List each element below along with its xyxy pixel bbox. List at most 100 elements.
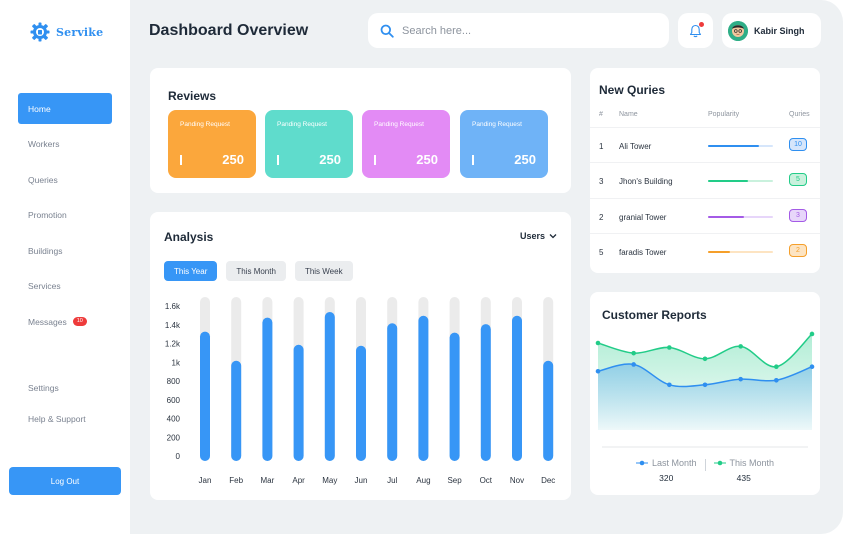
popularity-bar — [708, 251, 731, 253]
tab-this-month[interactable]: This Month — [226, 261, 286, 281]
user-avatar-icon — [728, 20, 748, 41]
review-tile-label: Panding Request — [374, 121, 424, 128]
review-tile[interactable]: Panding Request 250 — [265, 110, 353, 178]
tab-this-week[interactable]: This Week — [294, 261, 353, 281]
column-header-number: # — [599, 111, 603, 118]
table-row[interactable]: 5 faradis Tower 2 — [590, 233, 820, 268]
x-tick-label: Sep — [447, 476, 462, 485]
data-point[interactable] — [631, 362, 636, 367]
row-number: 1 — [599, 142, 604, 151]
sidebar-item-label: Buildings — [28, 245, 63, 256]
analysis-bar-chart: 0 200 400 600 800 1k 1.2k 1.4k 1.6k Jan Feb Mar Apr M… — [165, 297, 555, 485]
main-area: Dashboard Overview Search here... Kabir … — [130, 0, 843, 534]
data-point[interactable] — [631, 350, 636, 356]
data-point[interactable] — [595, 340, 601, 346]
sidebar-item-help-support[interactable]: Help & Support — [18, 403, 112, 434]
app-root: Servike Home Workers Queries Promotion B… — [0, 0, 843, 534]
user-profile[interactable]: Kabir Singh — [722, 13, 821, 48]
review-tile-value: 250 — [416, 152, 438, 167]
data-point[interactable] — [702, 382, 708, 388]
data-point[interactable] — [595, 368, 601, 374]
bar[interactable] — [324, 311, 335, 461]
data-point[interactable] — [667, 345, 672, 350]
sidebar-item-workers[interactable]: Workers — [18, 128, 112, 159]
legend-item-this-month[interactable]: This Month 435 — [713, 458, 774, 483]
queries-count-pill: 5 — [789, 173, 807, 186]
logout-button[interactable]: Log Out — [9, 467, 121, 495]
app-name: Servike — [56, 25, 104, 39]
legend-value: 435 — [736, 473, 751, 483]
sidebar-item-home[interactable]: Home — [18, 93, 112, 124]
review-tile-value: 250 — [222, 152, 244, 167]
chevron-down-icon — [549, 234, 557, 239]
customer-reports-title: Customer Reports — [602, 308, 707, 322]
bar[interactable] — [387, 323, 398, 461]
x-tick-label: Aug — [416, 476, 430, 485]
sidebar-item-services[interactable]: Services — [18, 270, 112, 301]
review-tile-value: 250 — [319, 152, 341, 167]
sidebar-item-promotion[interactable]: Promotion — [18, 199, 112, 230]
review-tile[interactable]: Panding Request 250 — [168, 110, 256, 178]
search-input[interactable] — [402, 24, 632, 37]
y-tick-label: 400 — [167, 415, 181, 424]
popularity-bar — [708, 180, 749, 182]
review-tile[interactable]: Panding Request 250 — [460, 110, 548, 178]
bar[interactable] — [480, 324, 491, 461]
legend-marker-icon — [635, 460, 648, 466]
search-bar[interactable] — [368, 13, 669, 48]
x-tick-label: Jun — [355, 476, 368, 485]
sidebar-item-settings[interactable]: Settings — [18, 372, 112, 403]
sidebar-item-buildings[interactable]: Buildings — [18, 235, 112, 266]
data-point[interactable] — [738, 376, 743, 382]
y-tick-label: 800 — [167, 377, 181, 386]
data-point[interactable] — [667, 382, 672, 388]
data-point[interactable] — [809, 331, 815, 337]
sidebar: Servike Home Workers Queries Promotion B… — [0, 0, 130, 534]
x-tick-label: Mar — [261, 476, 275, 485]
data-point[interactable] — [774, 377, 779, 383]
bar[interactable] — [200, 331, 210, 461]
table-row[interactable]: 1 Ali Tower 10 — [590, 127, 820, 162]
sidebar-item-label: Queries — [28, 174, 58, 185]
review-tile-label: Panding Request — [472, 121, 522, 128]
data-point[interactable] — [809, 364, 815, 370]
bar[interactable] — [231, 360, 242, 461]
row-number: 3 — [599, 177, 604, 186]
bar[interactable] — [543, 360, 554, 461]
bar[interactable] — [262, 317, 273, 461]
x-tick-label: Feb — [229, 476, 243, 485]
x-tick-label: May — [322, 476, 337, 485]
sidebar-item-messages[interactable]: Messages 10 — [18, 306, 112, 337]
messages-count-badge: 10 — [72, 317, 87, 326]
y-tick-label: 200 — [167, 433, 181, 442]
tab-this-year[interactable]: This Year — [164, 261, 218, 281]
data-point[interactable] — [774, 364, 779, 370]
data-point[interactable] — [702, 356, 708, 362]
table-row[interactable]: 3 Jhon's Building 5 — [590, 162, 820, 197]
y-tick-label: 1.6k — [165, 302, 181, 311]
queries-count-pill: 10 — [789, 138, 807, 151]
sidebar-item-label: Home — [28, 103, 51, 114]
sidebar-item-queries[interactable]: Queries — [18, 164, 112, 195]
table-row[interactable]: 2 granial Tower 3 — [590, 198, 820, 233]
row-name: Jhon's Building — [619, 177, 673, 186]
data-point[interactable] — [738, 344, 743, 349]
legend-item-last-month[interactable]: Last Month 320 — [635, 458, 697, 483]
logo[interactable]: Servike — [30, 22, 103, 42]
bar[interactable] — [512, 315, 522, 461]
analysis-title: Analysis — [164, 230, 214, 244]
notifications-button[interactable] — [678, 13, 713, 48]
review-tile[interactable]: Panding Request 250 — [362, 110, 450, 178]
bar[interactable] — [418, 315, 429, 461]
analysis-tabs: This Year This Month This Week — [164, 261, 353, 281]
x-tick-label: Jan — [199, 476, 212, 485]
popularity-bar — [708, 216, 744, 218]
bar[interactable] — [293, 344, 304, 461]
row-number: 2 — [599, 213, 604, 222]
search-icon — [380, 24, 394, 38]
users-dropdown[interactable]: Users — [520, 231, 557, 241]
user-name: Kabir Singh — [754, 25, 805, 36]
bar[interactable] — [449, 332, 460, 461]
bar[interactable] — [356, 345, 366, 461]
new-queries-card: New Quries # Name Popularity Quries 1 Al… — [590, 68, 820, 273]
